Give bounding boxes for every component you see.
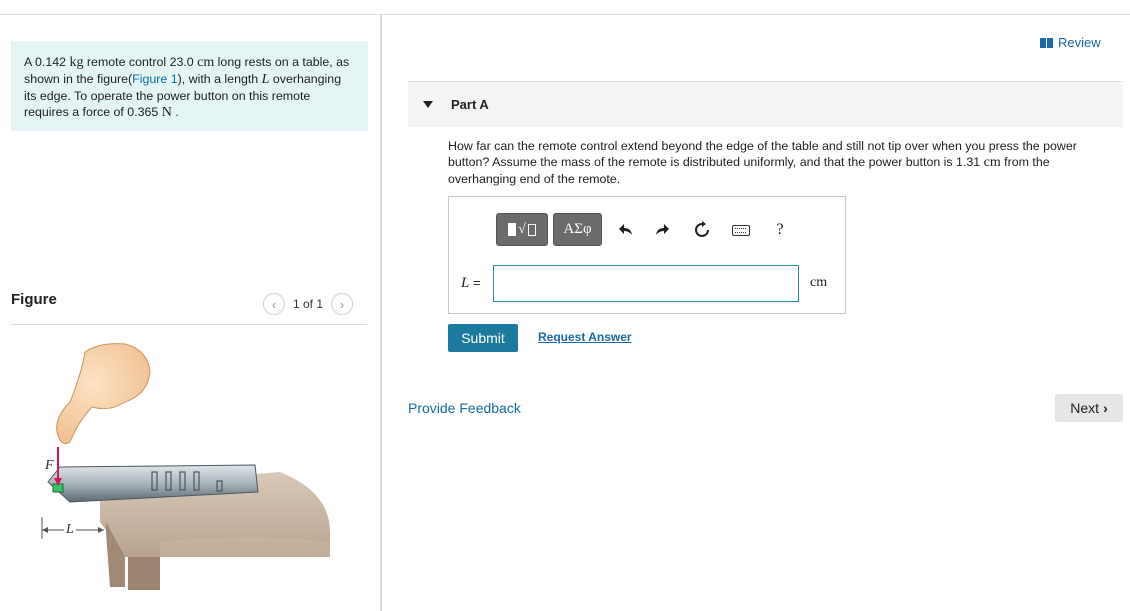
question-part: How far can the remote control extend be… <box>448 139 1077 169</box>
pager-text: 1 of 1 <box>293 297 324 311</box>
figure-title: Figure <box>11 291 57 308</box>
question-text: How far can the remote control extend be… <box>448 138 1118 187</box>
next-figure-button[interactable]: › <box>331 293 354 315</box>
part-a-header[interactable]: Part A <box>408 82 1123 127</box>
next-label: Next <box>1070 400 1100 416</box>
problem-statement: A 0.142 kg remote control 23.0 cm long r… <box>11 41 368 131</box>
table-shadow <box>160 537 330 557</box>
length-arrowhead-right <box>98 527 104 533</box>
problem-text: remote control 23.0 <box>83 55 198 69</box>
request-answer-link[interactable]: Request Answer <box>538 330 632 344</box>
keyboard-glyph <box>732 224 750 236</box>
figure-link[interactable]: Figure 1 <box>132 72 177 86</box>
equals-sign: = <box>469 275 481 290</box>
prev-figure-button[interactable]: ‹ <box>263 293 285 315</box>
undo-icon[interactable] <box>615 219 637 241</box>
part-a-label: Part A <box>451 97 489 112</box>
table-leg <box>128 557 160 590</box>
redo-icon[interactable] <box>651 219 673 241</box>
provide-feedback-link[interactable]: Provide Feedback <box>408 400 521 416</box>
answer-unit: cm <box>810 275 828 290</box>
answer-box: √ ΑΣφ ? L = cm <box>448 196 846 314</box>
hand <box>56 343 151 445</box>
filled-square-icon <box>508 223 517 236</box>
unit-kg: kg <box>69 55 84 70</box>
problem-text: ), with a length <box>177 72 262 86</box>
unit-N: N <box>161 105 172 120</box>
collapse-triangle-icon[interactable] <box>423 101 433 108</box>
empty-square-icon <box>527 223 536 236</box>
chevron-right-icon: › <box>1103 400 1108 416</box>
remote-figure <box>41 343 330 590</box>
reset-icon[interactable] <box>691 219 713 241</box>
radical-icon: √ <box>518 221 526 237</box>
problem-text: . <box>171 105 179 119</box>
review-label: Review <box>1058 35 1101 50</box>
answer-input[interactable] <box>493 265 799 302</box>
figure-divider <box>11 324 367 325</box>
answer-variable-label: L = <box>461 275 481 292</box>
next-button[interactable]: Next › <box>1055 394 1123 422</box>
force-label: F <box>45 458 54 473</box>
book-icon <box>1040 37 1053 48</box>
keyboard-icon[interactable] <box>730 219 752 241</box>
top-border <box>0 14 1130 15</box>
pane-divider <box>380 15 382 611</box>
problem-text: A 0.142 <box>24 55 70 69</box>
unit-cm: cm <box>197 55 215 70</box>
template-icon[interactable]: √ <box>496 213 548 246</box>
greek-icon[interactable]: ΑΣφ <box>553 213 602 246</box>
length-arrowhead-left <box>42 527 48 533</box>
figure-pager: ‹ 1 of 1 › <box>263 293 354 315</box>
length-label: L <box>66 522 74 537</box>
unit-cm: cm <box>983 155 1001 170</box>
help-icon[interactable]: ? <box>769 219 791 241</box>
submit-button[interactable]: Submit <box>448 324 518 352</box>
review-link[interactable]: Review <box>1040 35 1101 50</box>
